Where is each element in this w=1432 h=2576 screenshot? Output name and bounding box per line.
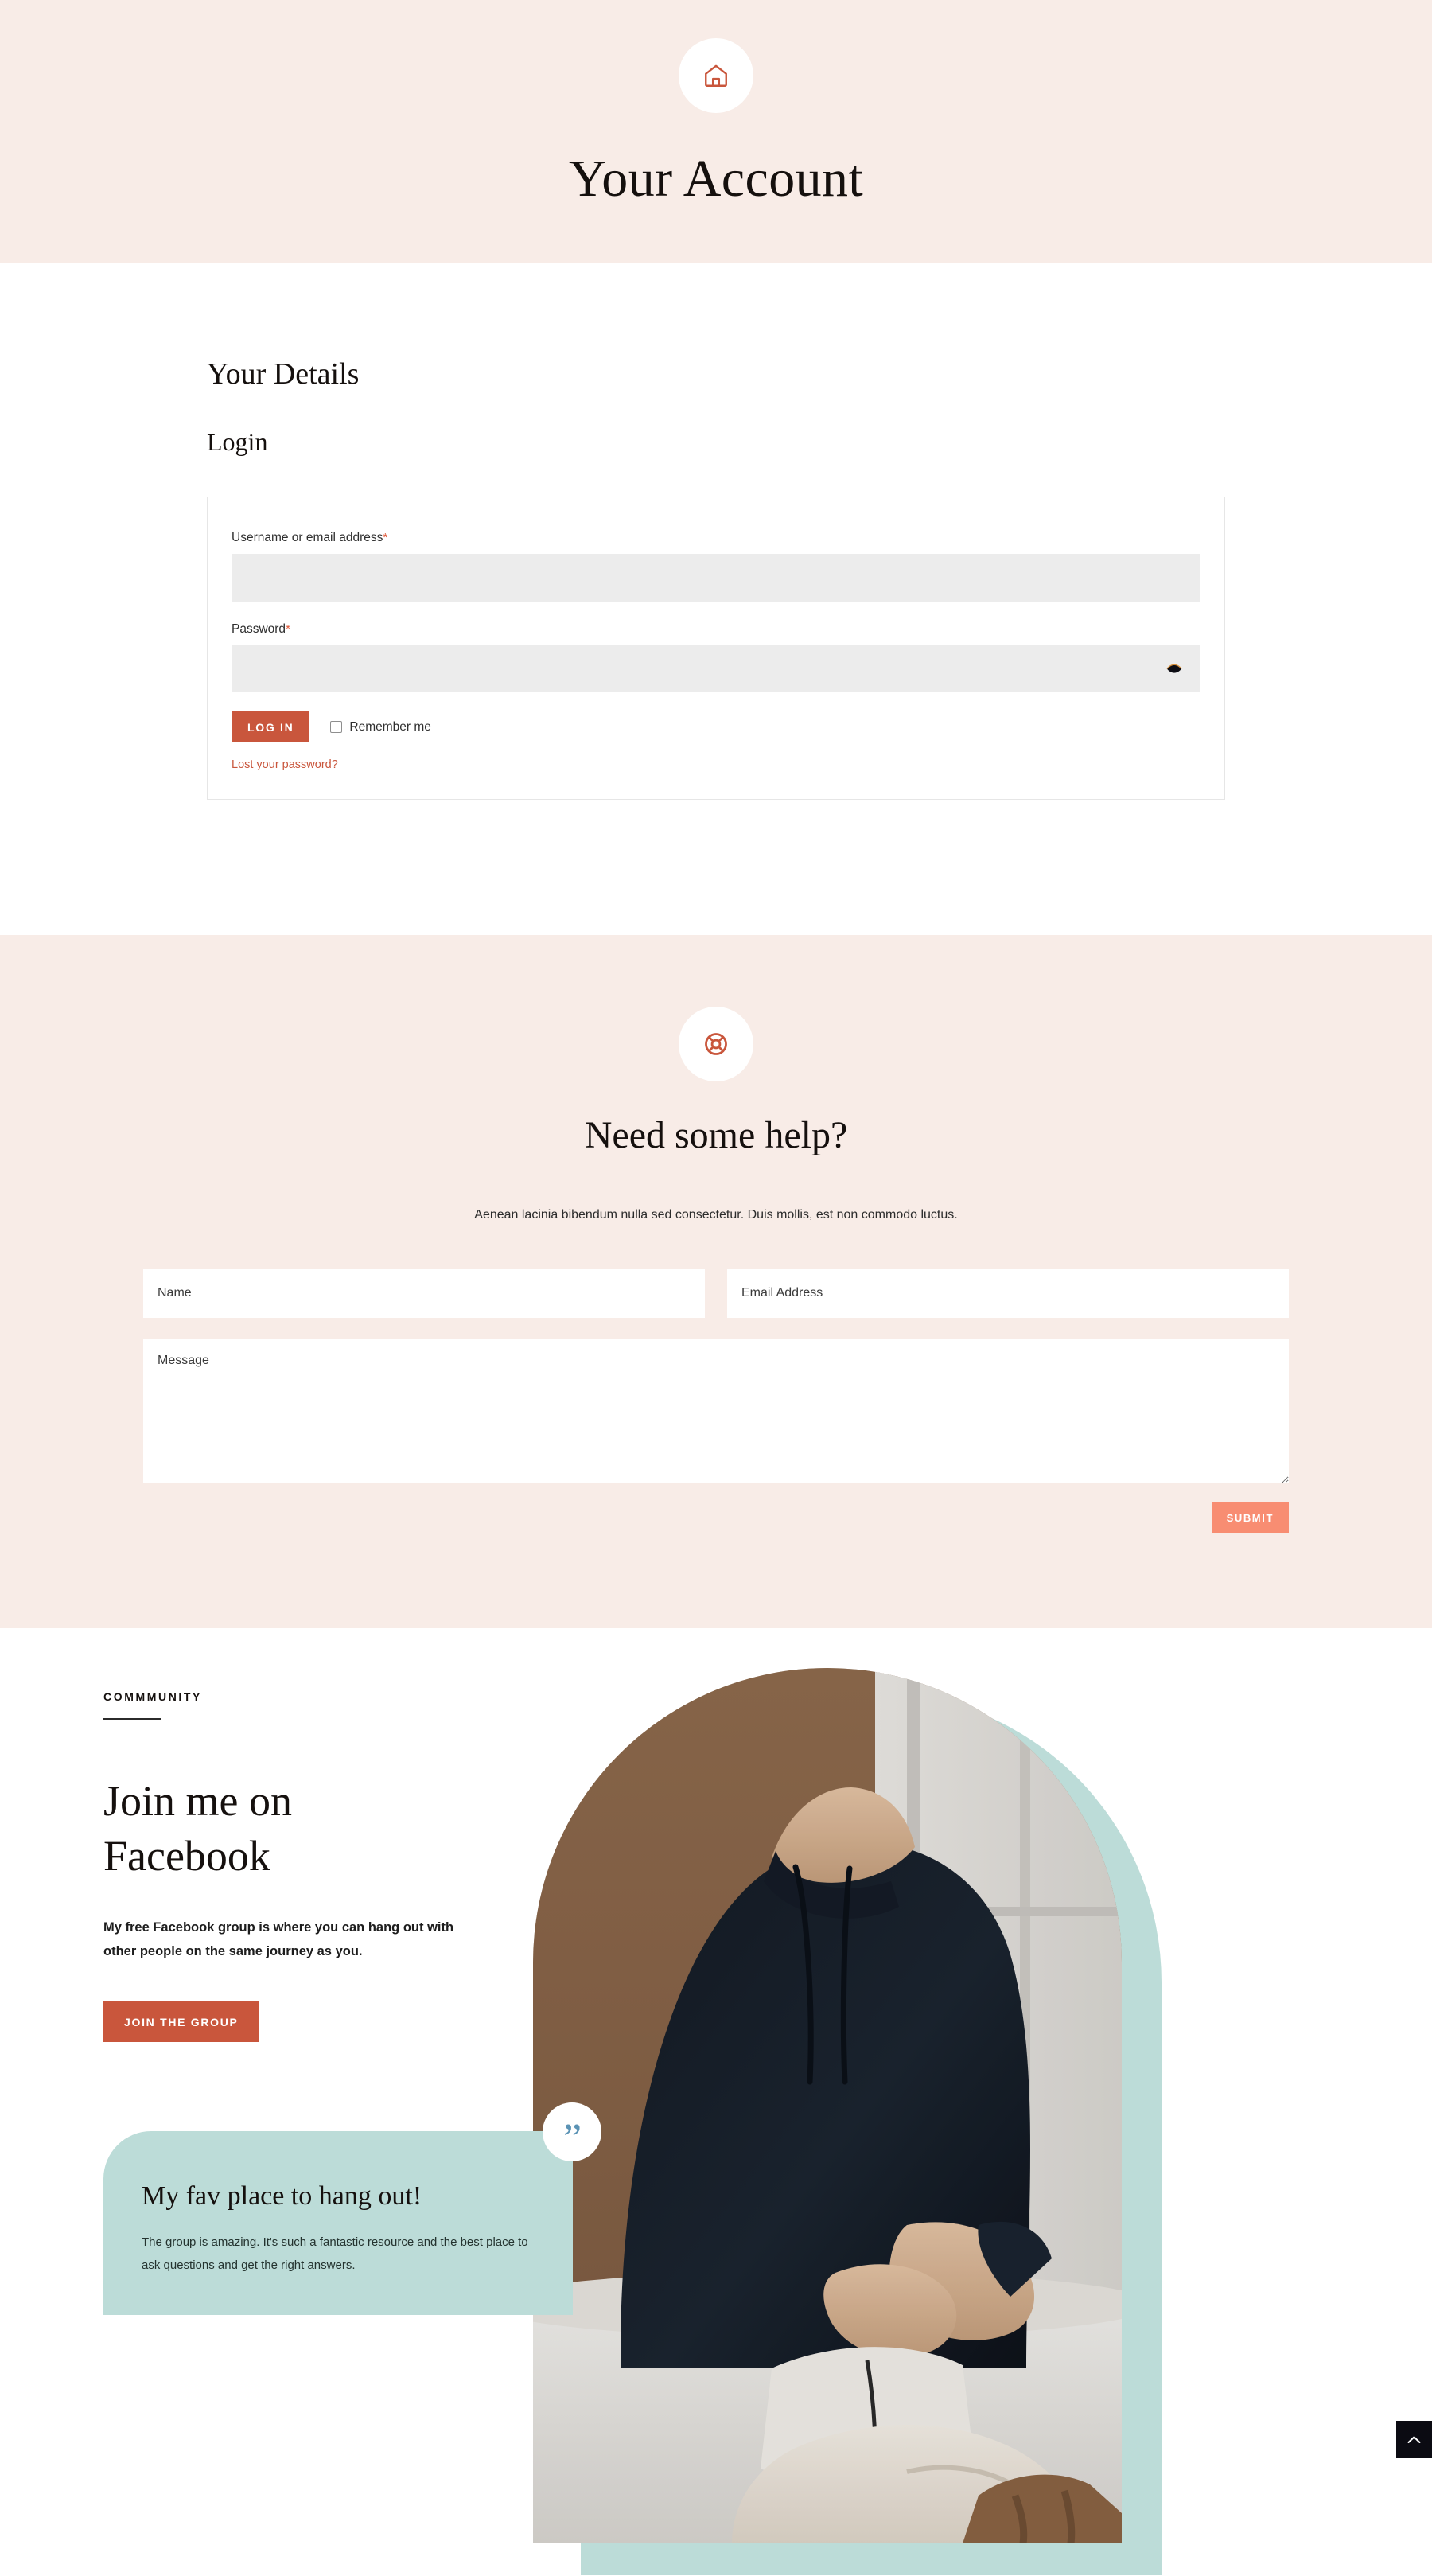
account-section: Your Details Login Username or email add… <box>0 263 1432 936</box>
contact-form: SUBMIT <box>143 1269 1289 1534</box>
lost-password-link[interactable]: Lost your password? <box>232 758 338 771</box>
lifebuoy-icon-badge <box>679 1007 753 1082</box>
your-details-heading: Your Details <box>207 357 360 391</box>
username-input[interactable] <box>232 553 1200 602</box>
email-input[interactable] <box>727 1269 1289 1319</box>
username-field-block: Username or email address* <box>232 529 1200 602</box>
login-actions-row: LOG IN Remember me <box>232 711 1200 743</box>
home-icon-badge <box>679 38 753 113</box>
log-in-button[interactable]: LOG IN <box>232 711 310 743</box>
account-page: Your Account Your Details Login Username… <box>0 0 1432 2576</box>
submit-button[interactable]: SUBMIT <box>1211 1502 1289 1534</box>
community-photo <box>533 1668 1122 2544</box>
password-input[interactable] <box>232 645 1200 693</box>
page-header: Your Account <box>0 0 1432 263</box>
password-label: Password* <box>232 621 1200 638</box>
eyebrow-divider <box>103 1718 161 1721</box>
contact-name-email-row <box>143 1269 1289 1319</box>
help-subtitle: Aenean lacinia bibendum nulla sed consec… <box>474 1208 958 1222</box>
name-input[interactable] <box>143 1269 705 1319</box>
community-title: Join me on Facebook <box>103 1777 292 1880</box>
account-container: Your Details Login Username or email add… <box>207 357 1225 801</box>
remember-me-checkbox[interactable] <box>330 721 343 734</box>
message-textarea[interactable] <box>143 1339 1289 1484</box>
remember-me-label: Remember me <box>349 719 431 734</box>
username-label-text: Username or email address <box>232 530 383 544</box>
community-text-column: COMMMUNITY Join me on Facebook My free F… <box>103 1690 549 2043</box>
password-label-text: Password <box>232 622 286 636</box>
password-input-wrapper <box>232 645 1200 693</box>
quote-icon-badge: ” <box>543 2102 601 2162</box>
username-required-mark: * <box>383 530 388 544</box>
community-body: My free Facebook group is where you can … <box>103 1920 454 1959</box>
scroll-to-top-button[interactable] <box>1396 2421 1432 2459</box>
testimonial-title: My fav place to hang out! <box>142 2181 422 2212</box>
community-container: COMMMUNITY Join me on Facebook My free F… <box>103 1628 1329 2576</box>
page-title: Your Account <box>568 150 864 208</box>
eye-icon[interactable] <box>1165 660 1183 677</box>
community-image-area <box>533 1668 1162 2576</box>
login-heading: Login <box>207 427 268 456</box>
password-required-mark: * <box>286 622 290 636</box>
quote-icon: ” <box>562 2116 582 2162</box>
help-section: Need some help? Aenean lacinia bibendum … <box>0 935 1432 1629</box>
community-section: COMMMUNITY Join me on Facebook My free F… <box>0 1628 1432 2576</box>
testimonial-card: ” My fav place to hang out! The group is… <box>103 2102 601 2316</box>
join-the-group-button[interactable]: JOIN THE GROUP <box>103 2001 259 2043</box>
help-title: Need some help? <box>584 1114 848 1157</box>
username-label: Username or email address* <box>232 529 1200 547</box>
home-icon <box>702 62 730 89</box>
testimonial-body: The group is amazing. It's such a fantas… <box>142 2235 528 2273</box>
community-eyebrow: COMMMUNITY <box>103 1690 202 1704</box>
password-field-block: Password* <box>232 621 1200 693</box>
lifebuoy-icon <box>703 1031 729 1057</box>
login-form: Username or email address* Password* LOG… <box>207 496 1225 801</box>
photo-illustration <box>533 1668 1122 2544</box>
chevron-up-icon <box>1407 2435 1421 2444</box>
submit-row: SUBMIT <box>143 1502 1289 1534</box>
remember-me-control[interactable]: Remember me <box>330 720 431 735</box>
